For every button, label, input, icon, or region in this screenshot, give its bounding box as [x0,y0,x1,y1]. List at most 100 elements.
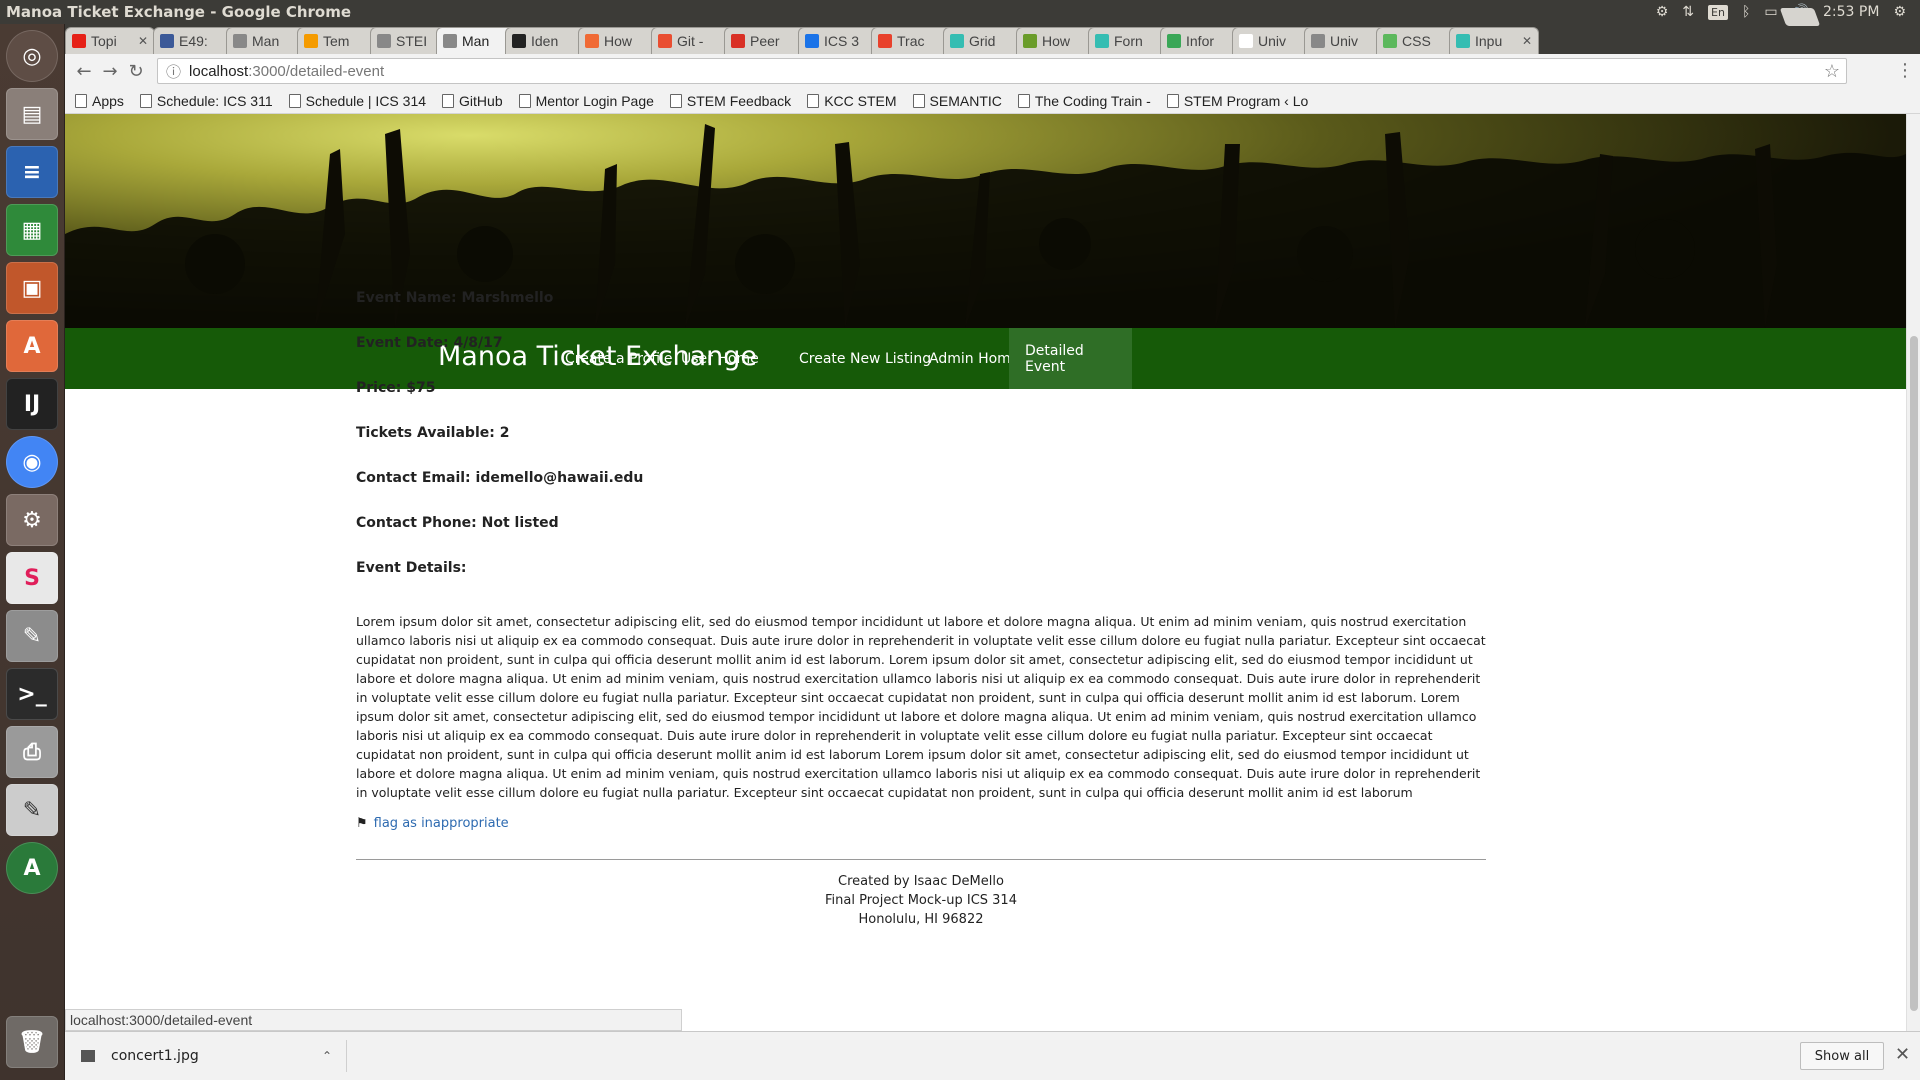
footer-divider [356,859,1486,860]
bookmark-item[interactable]: Schedule: ICS 311 [139,92,273,109]
bookmark-label: KCC STEM [824,92,897,109]
close-icon[interactable]: ✕ [1895,1044,1910,1065]
writer-icon[interactable]: ≡ [6,146,58,198]
page-icon [807,93,820,108]
bookmark-label: Mentor Login Page [535,92,654,109]
tab-close-icon[interactable]: ✕ [1522,34,1532,48]
chrome-menu-icon[interactable]: ⋮ [1896,60,1914,81]
contact-phone: Contact Phone: Not listed [356,515,559,531]
bluetooth-icon[interactable]: ᛒ [1742,4,1750,20]
network-arrows-icon[interactable]: ⇅ [1682,4,1694,20]
browser-tab[interactable]: Inpu ✕ [1449,27,1539,54]
page-scrollbar[interactable] [1906,114,1920,1031]
bookmark-star-icon[interactable]: ☆ [1824,61,1840,82]
event-details-panel: Event Name: Marshmello Event Date: 4/8/1… [356,290,1486,831]
chrome-icon[interactable]: ◉ [6,436,58,488]
tab-close-icon[interactable]: ✕ [138,34,148,48]
tab-title: Forn [1114,33,1143,49]
paint-icon[interactable]: ✎ [6,610,58,662]
power-gear-icon[interactable]: ⚙ [1893,4,1906,20]
bookmark-label: STEM Program ‹ Lo [1183,92,1309,109]
back-arrow-icon[interactable]: ← [71,58,97,84]
bookmark-item[interactable]: KCC STEM [807,92,897,109]
impress-icon[interactable]: ▣ [6,262,58,314]
window-title: Manoa Ticket Exchange - Google Chrome [6,3,352,21]
bookmark-item[interactable]: STEM Feedback [669,93,791,109]
clock[interactable]: 2:53 PM [1823,4,1879,20]
text-editor-icon[interactable]: ✎ [6,784,58,836]
page-icon [1166,93,1179,108]
download-item[interactable]: concert1.jpg ⌃ [77,1040,347,1072]
tab-favicon-icon [1239,34,1253,48]
tab-favicon-icon [1167,34,1181,48]
scrollbar-thumb[interactable] [1910,336,1918,1011]
bookmark-item[interactable]: Schedule | ICS 314 [288,93,426,109]
tab-favicon-icon [950,34,964,48]
flag-link[interactable]: ⚑ flag as inappropriate [356,816,1486,831]
footer-location: Honolulu, HI 96822 [858,912,984,927]
battery-icon[interactable]: ▭ [1764,4,1777,20]
bookmark-label: Schedule: ICS 311 [156,92,273,109]
unity-launcher: ◎ ▤ ≡ ▦ ▣ A IJ ◉ ⚙ S ✎ >_ ⎙ ✎ A 🗑 [0,24,65,1080]
tab-title: Trac [897,33,925,49]
tab-favicon-icon [233,34,247,48]
tab-title: Iden [531,33,559,49]
bookmarks-bar: Apps Schedule: ICS 311 Schedule | ICS 314 G… [65,88,1920,114]
page-footer: Created by Isaac DeMello Final Project M… [356,872,1486,929]
tickets-available: Tickets Available: 2 [356,425,510,441]
bookmark-item[interactable]: The Coding Train - [1017,92,1151,109]
tab-title: Infor [1186,33,1215,49]
bookmark-item[interactable]: Mentor Login Page [518,92,654,109]
keyboard-language-indicator[interactable]: En [1708,4,1728,20]
software-center-icon[interactable]: A [6,320,58,372]
files-icon[interactable]: ▤ [6,88,58,140]
tab-favicon-icon [585,34,599,48]
page-info-icon[interactable]: ⓘ [166,61,181,82]
chevron-up-icon[interactable]: ⌃ [322,1049,332,1063]
page-icon [912,93,925,108]
event-details-label: Event Details: [356,560,467,576]
address-bar[interactable]: ⓘ localhost:3000/detailed-event ☆ [157,58,1847,84]
bookmark-item[interactable]: SEMANTIC [912,92,1002,109]
system-settings-icon[interactable]: ⚙ [6,494,58,546]
tab-favicon-icon [805,34,819,48]
url-host: localhost [189,62,249,80]
settings-gear-icon[interactable]: ⚙ [1656,4,1669,20]
ubuntu-dash-icon[interactable]: ◎ [6,30,58,82]
forward-arrow-icon[interactable]: → [97,58,123,84]
bookmark-label: The Coding Train - [1034,92,1151,109]
page-icon [288,93,301,108]
tab-title: Man [252,33,280,49]
image-file-icon [81,1050,95,1062]
bookmark-label: SEMANTIC [929,92,1002,109]
footer-project: Final Project Mock-up ICS 314 [825,893,1017,908]
bookmark-item[interactable]: GitHub [442,93,503,109]
terminal-icon[interactable]: >_ [6,668,58,720]
flag-link-label[interactable]: flag as inappropriate [374,816,509,831]
software-updater-icon[interactable]: A [6,842,58,894]
bookmark-label: Apps [92,92,124,109]
contact-email: Contact Email: idemello@hawaii.edu [356,470,644,486]
tab-favicon-icon [1023,34,1037,48]
bookmark-item[interactable]: STEM Program ‹ Lo [1166,92,1309,109]
show-all-button[interactable]: Show all [1800,1042,1884,1070]
apps-shortcut[interactable]: Apps [75,93,124,109]
tab-strip: Topi✕E49:✕Man✕Tem✕STEI✕Man✕Iden✕How✕Git … [65,24,1920,54]
page-icon [669,93,682,108]
event-name: Event Name: Marshmello [356,290,554,306]
tab-title: Git - [677,33,704,49]
reload-icon[interactable]: ↻ [123,58,149,84]
tab-title: E49: [179,33,208,49]
trash-icon[interactable]: 🗑 [6,1016,58,1068]
slack-icon[interactable]: S [6,552,58,604]
calc-icon[interactable]: ▦ [6,204,58,256]
new-tab-button[interactable] [1779,8,1821,26]
printer-icon[interactable]: ⎙ [6,726,58,778]
intellij-icon[interactable]: IJ [6,378,58,430]
page-icon [518,93,531,108]
tab-favicon-icon [731,34,745,48]
download-filename[interactable]: concert1.jpg [111,1048,199,1064]
tab-title: Univ [1258,33,1287,49]
browser-tab[interactable]: Topi ✕ [65,27,155,54]
tab-favicon-icon [377,34,391,48]
